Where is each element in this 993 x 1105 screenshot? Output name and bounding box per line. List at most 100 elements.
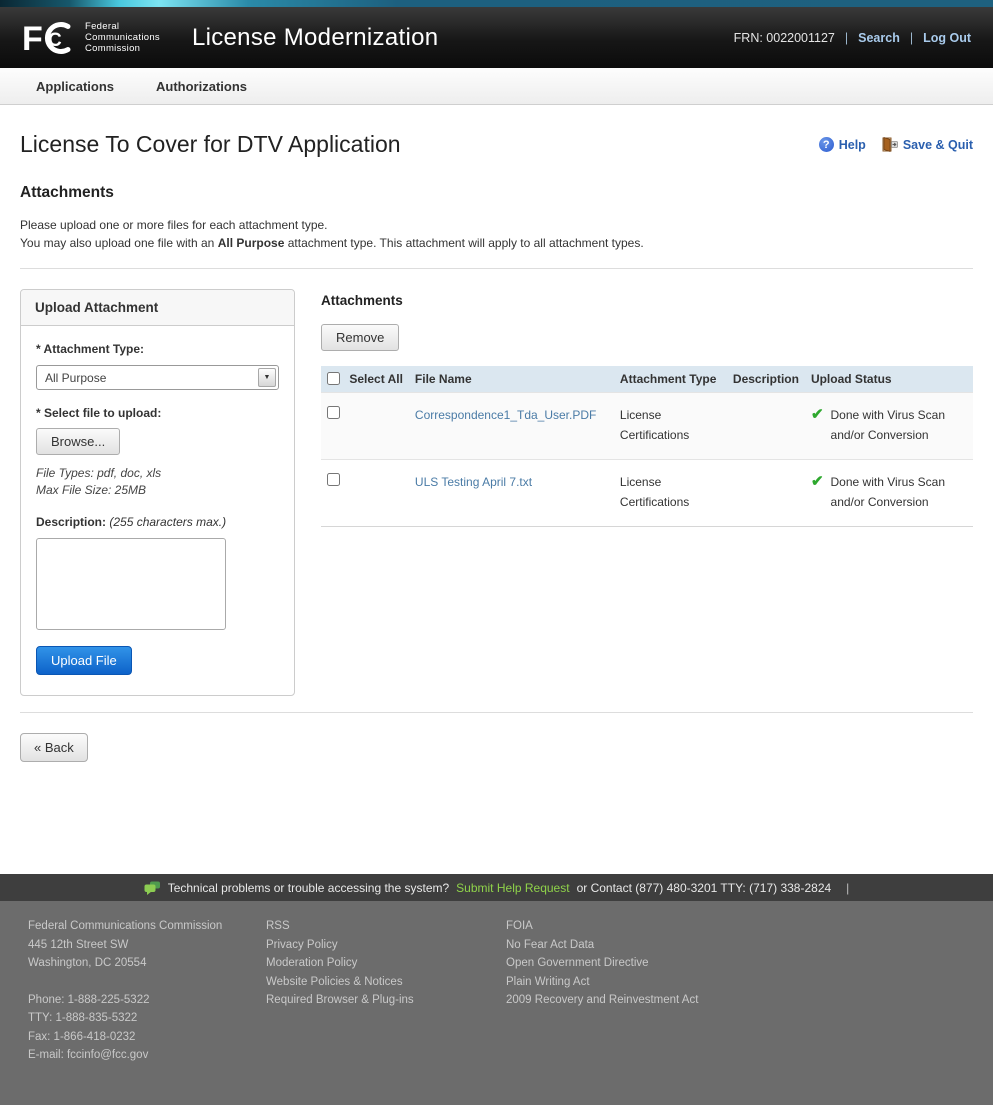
footer-links-column-2: FOIA No Fear Act Data Open Government Di… — [506, 917, 993, 1085]
app-title: License Modernization — [192, 24, 438, 52]
file-types-note: File Types: pdf, doc, xls — [36, 465, 279, 482]
footer-link[interactable]: Moderation Policy — [266, 954, 506, 973]
footer-link[interactable]: RSS — [266, 917, 506, 936]
spacer — [28, 973, 266, 991]
door-icon — [882, 137, 898, 152]
logo-line: Federal — [85, 21, 160, 32]
footer-contact-line: Fax: 1-866-418-0232 — [28, 1028, 266, 1047]
help-link-label: Help — [839, 138, 866, 152]
site-footer: Federal Communications Commission 445 12… — [0, 901, 993, 1105]
site-header: F C Federal Communications Commission Li… — [0, 7, 993, 68]
column-file-name: File Name — [409, 366, 614, 393]
upload-status-text: Done with Virus Scan and/or Conversion — [831, 405, 967, 445]
description-label: Description: — [36, 515, 106, 529]
svg-text:C: C — [48, 30, 62, 51]
column-upload-status: Upload Status — [805, 366, 973, 393]
save-quit-link[interactable]: Save & Quit — [882, 137, 973, 152]
footer-address-line: 445 12th Street SW — [28, 936, 266, 955]
header-utility-links: FRN: 0022001127 | Search | Log Out — [734, 31, 971, 45]
main-nav: Applications Authorizations — [0, 68, 993, 105]
intro-line-2-post: attachment type. This attachment will ap… — [284, 236, 643, 250]
attachment-type-select[interactable]: All Purpose ▼ — [36, 365, 279, 390]
separator: | — [846, 881, 849, 895]
help-bar: Technical problems or trouble accessing … — [0, 874, 993, 901]
description-hint: (255 characters max.) — [109, 515, 226, 529]
footer-contact-line: E-mail: fccinfo@fcc.gov — [28, 1046, 266, 1065]
footer-link[interactable]: No Fear Act Data — [506, 936, 993, 955]
select-all-checkbox[interactable] — [327, 372, 340, 385]
footer-link[interactable]: Privacy Policy — [266, 936, 506, 955]
submit-help-request-link[interactable]: Submit Help Request — [456, 881, 569, 895]
page-action-links: ? Help Save & Quit — [819, 137, 973, 152]
separator: | — [845, 31, 848, 45]
description-cell — [727, 460, 805, 527]
upload-attachment-panel: Upload Attachment * Attachment Type: All… — [20, 289, 295, 696]
help-bar-text-post: or Contact (877) 480-3201 TTY: (717) 338… — [577, 881, 832, 895]
remove-button[interactable]: Remove — [321, 324, 399, 351]
max-file-size-note: Max File Size: 25MB — [36, 482, 279, 499]
top-accent-strip — [0, 0, 993, 7]
footer-link[interactable]: Open Government Directive — [506, 954, 993, 973]
file-name-link[interactable]: ULS Testing April 7.txt — [415, 475, 532, 489]
nav-item-authorizations[interactable]: Authorizations — [156, 79, 247, 94]
upload-file-button[interactable]: Upload File — [36, 646, 132, 675]
attachment-type-cell: License Certifications — [614, 393, 727, 460]
table-row: ULS Testing April 7.txt License Certific… — [321, 460, 973, 527]
upload-status-cell: ✔ Done with Virus Scan and/or Conversion — [811, 472, 967, 512]
intro-text: Please upload one or more files for each… — [20, 216, 973, 252]
fcc-logo-icon: F C — [22, 19, 76, 57]
attachments-section-heading: Attachments — [20, 184, 973, 202]
column-description: Description — [727, 366, 805, 393]
search-link[interactable]: Search — [858, 31, 900, 45]
check-icon: ✔ — [811, 472, 824, 492]
help-bar-text-pre: Technical problems or trouble accessing … — [168, 881, 449, 895]
logout-link[interactable]: Log Out — [923, 31, 971, 45]
frn-label: FRN: 0022001127 — [734, 31, 835, 45]
divider — [20, 712, 973, 713]
attachments-table: Select All File Name Attachment Type Des… — [321, 366, 973, 527]
main-content: License To Cover for DTV Application ? H… — [0, 131, 993, 874]
description-cell — [727, 393, 805, 460]
footer-link[interactable]: 2009 Recovery and Reinvestment Act — [506, 991, 993, 1010]
row-checkbox[interactable] — [327, 473, 340, 486]
browse-button[interactable]: Browse... — [36, 428, 120, 455]
svg-text:F: F — [22, 20, 43, 57]
table-row: Correspondence1_Tda_User.PDF License Cer… — [321, 393, 973, 460]
footer-link[interactable]: Plain Writing Act — [506, 973, 993, 992]
chat-bubbles-icon — [144, 881, 161, 895]
footer-address-line: Federal Communications Commission — [28, 917, 266, 936]
footer-link[interactable]: FOIA — [506, 917, 993, 936]
footer-link[interactable]: Website Policies & Notices — [266, 973, 506, 992]
upload-status-cell: ✔ Done with Virus Scan and/or Conversion — [811, 405, 967, 445]
row-checkbox[interactable] — [327, 406, 340, 419]
question-circle-icon: ? — [819, 137, 834, 152]
intro-line-2-bold: All Purpose — [218, 236, 285, 250]
attachment-type-selected-value: All Purpose — [45, 371, 106, 385]
attachment-type-cell: License Certifications — [614, 460, 727, 527]
attachments-list-title: Attachments — [321, 293, 973, 308]
select-file-label: * Select file to upload: — [36, 406, 279, 420]
upload-notes: File Types: pdf, doc, xls Max File Size:… — [36, 465, 279, 499]
description-textarea[interactable] — [36, 538, 226, 630]
help-link[interactable]: ? Help — [819, 137, 866, 152]
save-quit-label: Save & Quit — [903, 138, 973, 152]
nav-item-applications[interactable]: Applications — [36, 79, 114, 94]
logo-line: Commission — [85, 43, 160, 54]
logo-line: Communications — [85, 32, 160, 43]
footer-link[interactable]: Required Browser & Plug-ins — [266, 991, 506, 1010]
footer-address-line: Washington, DC 20554 — [28, 954, 266, 973]
table-header-row: Select All File Name Attachment Type Des… — [321, 366, 973, 393]
footer-address-column: Federal Communications Commission 445 12… — [28, 917, 266, 1085]
footer-contact-line: TTY: 1-888-835-5322 — [28, 1009, 266, 1028]
chevron-down-icon: ▼ — [258, 368, 276, 387]
page-title: License To Cover for DTV Application — [20, 131, 401, 158]
separator: | — [910, 31, 913, 45]
upload-panel-title: Upload Attachment — [21, 290, 294, 326]
file-name-link[interactable]: Correspondence1_Tda_User.PDF — [415, 408, 596, 422]
footer-contact-line: Phone: 1-888-225-5322 — [28, 991, 266, 1010]
back-button[interactable]: « Back — [20, 733, 88, 762]
description-label-row: Description: (255 characters max.) — [36, 515, 279, 529]
spacer — [20, 762, 973, 874]
divider — [20, 268, 973, 269]
check-icon: ✔ — [811, 405, 824, 425]
